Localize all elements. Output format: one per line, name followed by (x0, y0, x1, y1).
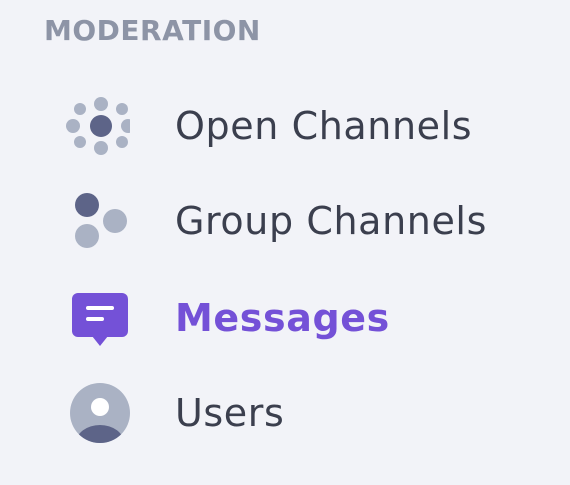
section-title-moderation: MODERATION (44, 14, 261, 47)
sidebar: MODERATION Open Channels Group Channels … (0, 0, 570, 485)
sidebar-item-label: Users (175, 391, 285, 435)
sidebar-item-users[interactable]: Users (40, 373, 540, 453)
sidebar-item-group-channels[interactable]: Group Channels (40, 181, 540, 261)
sidebar-item-open-channels[interactable]: Open Channels (40, 86, 540, 166)
messages-icon (40, 278, 140, 358)
sidebar-item-label: Group Channels (175, 199, 487, 243)
sidebar-item-messages[interactable]: Messages (40, 278, 540, 358)
sidebar-item-label: Open Channels (175, 104, 473, 148)
sidebar-item-label: Messages (175, 296, 390, 340)
group-channels-icon (40, 181, 140, 261)
users-icon (40, 373, 140, 453)
open-channels-icon (40, 86, 140, 166)
